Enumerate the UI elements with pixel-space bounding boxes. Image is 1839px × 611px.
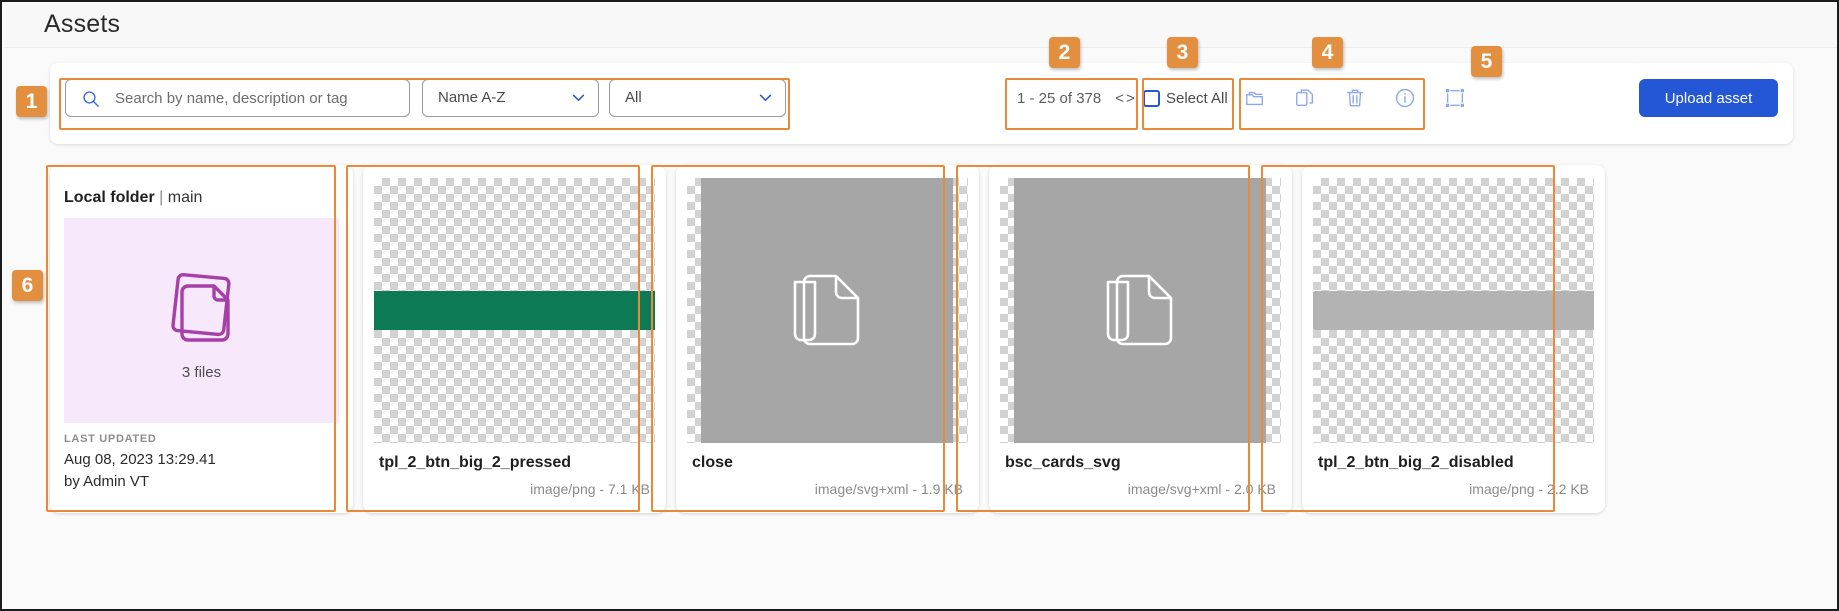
type-filter-value: All bbox=[625, 89, 642, 106]
asset-solid-graphic bbox=[701, 178, 953, 443]
info-icon[interactable] bbox=[1394, 87, 1416, 109]
folder-files-count: 3 files bbox=[181, 364, 222, 381]
asset-actions-toolbar bbox=[1244, 79, 1466, 117]
prev-page-button[interactable]: < bbox=[1115, 90, 1126, 107]
upload-asset-button[interactable]: Upload asset bbox=[1639, 79, 1778, 117]
asset-meta: image/png - 7.1 KB bbox=[530, 481, 650, 497]
asset-meta: image/svg+xml - 1.9 KB bbox=[814, 481, 963, 497]
folder-meta-author: by Admin VT bbox=[64, 473, 150, 490]
chevron-down-icon bbox=[572, 94, 585, 101]
asset-meta: image/png - 2.2 KB bbox=[1469, 481, 1589, 497]
sort-select[interactable]: Name A-Z bbox=[422, 79, 599, 117]
pagination: 1 - 25 of 378 <> bbox=[1007, 79, 1147, 117]
type-filter-select[interactable]: All bbox=[609, 79, 786, 117]
asset-card[interactable]: bsc_cards_svg image/svg+xml - 2.0 KB bbox=[989, 165, 1292, 513]
search-box[interactable] bbox=[65, 79, 410, 117]
asset-meta: image/svg+xml - 2.0 KB bbox=[1127, 481, 1276, 497]
annotation-badge-2: 2 bbox=[1049, 37, 1080, 68]
folder-card-branch: main bbox=[167, 189, 203, 206]
asset-thumbnail bbox=[1000, 178, 1281, 443]
pagination-range: 1 - 25 of 378 bbox=[1017, 89, 1102, 107]
sort-select-value: Name A-Z bbox=[438, 89, 506, 106]
crop-icon[interactable] bbox=[1444, 87, 1466, 109]
page-title: Assets bbox=[44, 10, 121, 38]
asset-card[interactable]: tpl_2_btn_big_2_pressed image/png - 7.1 … bbox=[363, 165, 666, 513]
folder-card-title: Local folder | main bbox=[64, 189, 202, 207]
select-all-label: Select All bbox=[1166, 89, 1228, 107]
folder-card-meta: LAST UPDATED Aug 08, 2023 13:29.41 by Ad… bbox=[64, 433, 216, 490]
documents-stack-icon bbox=[170, 272, 231, 342]
local-folder-card[interactable]: Local folder | main 3 files LAST UPDATED… bbox=[50, 165, 353, 513]
document-placeholder-icon bbox=[1106, 274, 1173, 345]
select-all-group[interactable]: Select All bbox=[1143, 79, 1228, 117]
asset-name: tpl_2_btn_big_2_pressed bbox=[379, 454, 572, 471]
toolbar-panel: Name A-Z All 1 - 25 of 378 <> Select All bbox=[50, 63, 1793, 144]
asset-thumbnail bbox=[687, 178, 968, 443]
asset-thumbnail bbox=[1313, 178, 1594, 443]
folder-card-title-strong: Local folder bbox=[64, 189, 155, 206]
assets-page: Assets Name A-Z All 1 - 25 of 378 <> bbox=[0, 0, 1839, 611]
trash-icon[interactable] bbox=[1344, 87, 1366, 109]
move-to-folder-icon[interactable] bbox=[1244, 87, 1266, 109]
annotation-badge-3: 3 bbox=[1167, 37, 1198, 68]
annotation-badge-4: 4 bbox=[1312, 37, 1343, 68]
next-page-button[interactable]: > bbox=[1126, 90, 1137, 107]
asset-card[interactable]: close image/svg+xml - 1.9 KB bbox=[676, 165, 979, 513]
asset-card-grid: Local folder | main 3 files LAST UPDATED… bbox=[50, 165, 1793, 513]
folder-card-title-separator: | bbox=[154, 189, 168, 206]
annotation-badge-5: 5 bbox=[1471, 46, 1502, 77]
folder-meta-date: Aug 08, 2023 13:29.41 bbox=[64, 451, 216, 468]
asset-bar-graphic bbox=[1313, 291, 1594, 330]
select-all-checkbox[interactable] bbox=[1143, 89, 1160, 107]
folder-meta-label: LAST UPDATED bbox=[64, 433, 157, 445]
asset-name: bsc_cards_svg bbox=[1005, 454, 1121, 471]
page-header: Assets bbox=[4, 4, 1837, 48]
search-input[interactable] bbox=[113, 80, 403, 116]
copy-icon[interactable] bbox=[1294, 87, 1316, 109]
asset-bar-graphic bbox=[374, 291, 655, 330]
search-icon bbox=[83, 91, 99, 107]
annotation-badge-1: 1 bbox=[16, 86, 47, 117]
annotation-badge-6: 6 bbox=[12, 270, 43, 301]
chevron-down-icon bbox=[759, 94, 772, 101]
folder-thumbnail: 3 files bbox=[64, 218, 339, 423]
asset-name: tpl_2_btn_big_2_disabled bbox=[1318, 454, 1514, 471]
asset-card[interactable]: tpl_2_btn_big_2_disabled image/png - 2.2… bbox=[1302, 165, 1605, 513]
document-placeholder-icon bbox=[793, 274, 860, 345]
asset-solid-graphic bbox=[1014, 178, 1266, 443]
pagination-nav: <> bbox=[1115, 90, 1137, 107]
asset-name: close bbox=[692, 454, 733, 471]
asset-thumbnail bbox=[374, 178, 655, 443]
